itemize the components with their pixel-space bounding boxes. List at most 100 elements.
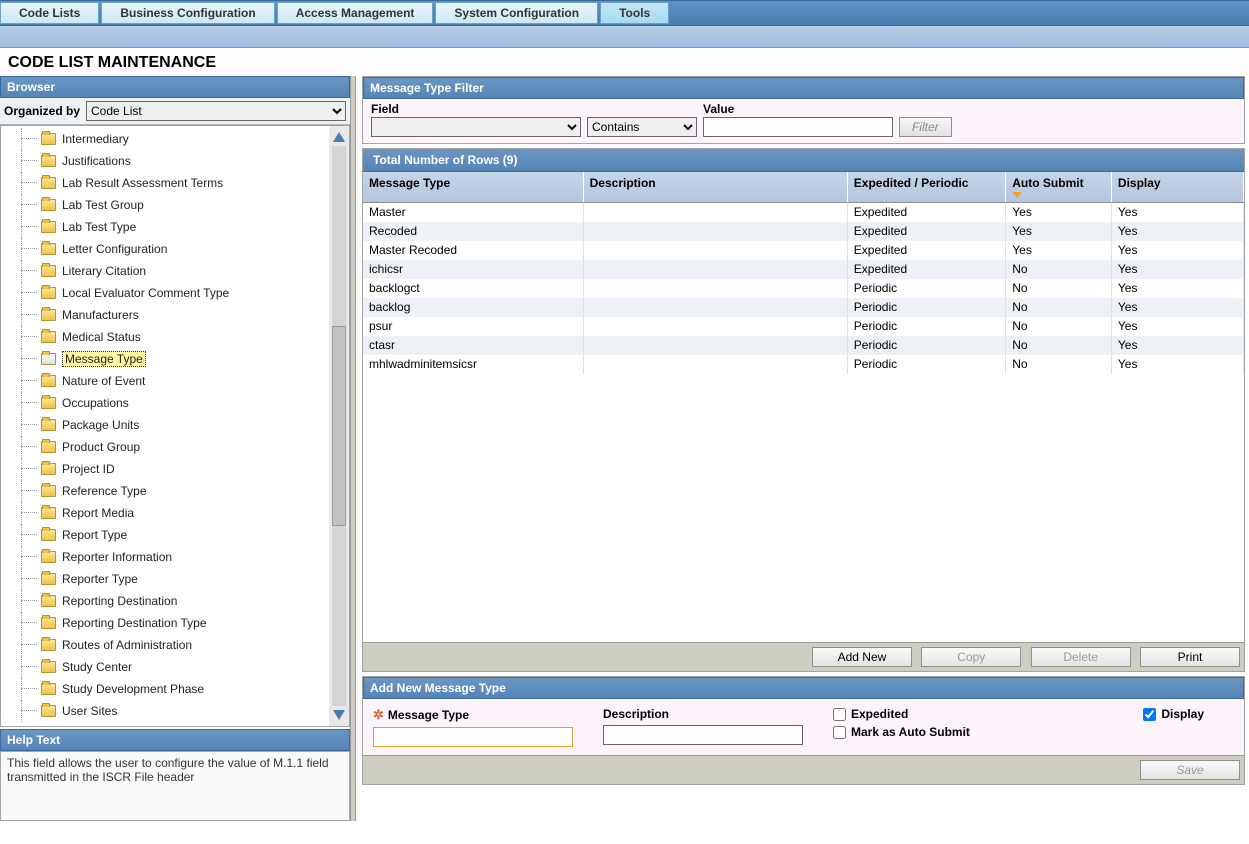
- table-cell: mhlwadminitemsicsr: [363, 355, 583, 374]
- col-expedited[interactable]: Expedited / Periodic: [847, 172, 1005, 203]
- filter-value-label: Value: [703, 102, 893, 116]
- tree-item[interactable]: Routes of Administration: [9, 634, 349, 656]
- table-row[interactable]: ctasrPeriodicNoYes: [363, 336, 1244, 355]
- tree-item[interactable]: Reporting Destination Type: [9, 612, 349, 634]
- tree-item[interactable]: Manufacturers: [9, 304, 349, 326]
- expedited-checkbox[interactable]: [833, 708, 846, 721]
- folder-icon: [41, 573, 56, 585]
- tree-item[interactable]: Reporter Type: [9, 568, 349, 590]
- folder-icon: [41, 243, 56, 255]
- table-row[interactable]: RecodedExpeditedYesYes: [363, 222, 1244, 241]
- nav-business-config[interactable]: Business Configuration: [101, 2, 274, 24]
- table-cell: Yes: [1111, 203, 1243, 222]
- message-type-input[interactable]: [373, 727, 573, 747]
- nav-tools[interactable]: Tools: [600, 2, 669, 24]
- table-row[interactable]: psurPeriodicNoYes: [363, 317, 1244, 336]
- filter-operator-select[interactable]: Contains: [587, 117, 697, 137]
- col-description[interactable]: Description: [583, 172, 847, 203]
- nav-code-lists[interactable]: Code Lists: [0, 2, 99, 24]
- table-cell: Expedited: [847, 203, 1005, 222]
- scroll-down-icon[interactable]: [333, 710, 345, 720]
- print-button[interactable]: Print: [1140, 647, 1240, 667]
- tree-item[interactable]: Justifications: [9, 150, 349, 172]
- col-display[interactable]: Display: [1111, 172, 1243, 203]
- tree-item-label: Reporting Destination: [62, 594, 177, 608]
- scroll-up-icon[interactable]: [333, 132, 345, 142]
- tree-item[interactable]: Medical Status: [9, 326, 349, 348]
- tree-item[interactable]: Product Group: [9, 436, 349, 458]
- tree-item[interactable]: Literary Citation: [9, 260, 349, 282]
- filter-field-label: Field: [371, 102, 581, 116]
- nav-system-config[interactable]: System Configuration: [435, 2, 598, 24]
- top-nav: Code Lists Business Configuration Access…: [0, 0, 1249, 26]
- tree-item[interactable]: Report Media: [9, 502, 349, 524]
- tree-item[interactable]: User Sites: [9, 700, 349, 722]
- table-cell: Yes: [1006, 222, 1112, 241]
- organized-by-select[interactable]: Code List: [86, 101, 346, 121]
- nav-access-mgmt[interactable]: Access Management: [277, 2, 434, 24]
- tree-item[interactable]: Study Center: [9, 656, 349, 678]
- copy-button[interactable]: Copy: [921, 647, 1021, 667]
- delete-button[interactable]: Delete: [1031, 647, 1131, 667]
- tree-item[interactable]: Reporter Information: [9, 546, 349, 568]
- auto-submit-checkbox[interactable]: [833, 726, 846, 739]
- table-cell: No: [1006, 298, 1112, 317]
- folder-icon: [41, 507, 56, 519]
- table-cell: Yes: [1111, 355, 1243, 374]
- folder-icon: [41, 221, 56, 233]
- tree-item-label: Report Media: [62, 506, 134, 520]
- tree-item[interactable]: Reporting Destination: [9, 590, 349, 612]
- tree-item[interactable]: Package Units: [9, 414, 349, 436]
- tree-item[interactable]: Lab Test Type: [9, 216, 349, 238]
- description-label: Description: [603, 707, 803, 721]
- tree-item[interactable]: Lab Result Assessment Terms: [9, 172, 349, 194]
- tree-item[interactable]: Local Evaluator Comment Type: [9, 282, 349, 304]
- tree-item-label: Justifications: [62, 154, 131, 168]
- tree-item-label: Letter Configuration: [62, 242, 167, 256]
- filter-header: Message Type Filter: [363, 77, 1244, 99]
- tree-item[interactable]: Lab Test Group: [9, 194, 349, 216]
- display-checkbox[interactable]: [1143, 708, 1156, 721]
- tree-item[interactable]: Project ID: [9, 458, 349, 480]
- folder-icon: [41, 199, 56, 211]
- filter-button[interactable]: Filter: [899, 117, 952, 137]
- tree-item[interactable]: Nature of Event: [9, 370, 349, 392]
- folder-icon: [41, 551, 56, 563]
- tree-item-label: Local Evaluator Comment Type: [62, 286, 229, 300]
- table-row[interactable]: backlogctPeriodicNoYes: [363, 279, 1244, 298]
- add-new-button[interactable]: Add New: [812, 647, 912, 667]
- tree-item[interactable]: Report Type: [9, 524, 349, 546]
- table-cell: Expedited: [847, 241, 1005, 260]
- table-cell: ichicsr: [363, 260, 583, 279]
- description-input[interactable]: [603, 725, 803, 745]
- tree-scrollbar[interactable]: [329, 126, 349, 726]
- tree-item[interactable]: Occupations: [9, 392, 349, 414]
- tree-item[interactable]: Reference Type: [9, 480, 349, 502]
- table-row[interactable]: mhlwadminitemsicsrPeriodicNoYes: [363, 355, 1244, 374]
- tree-item-label: Intermediary: [62, 132, 129, 146]
- table-cell: Yes: [1111, 336, 1243, 355]
- tree-item[interactable]: Intermediary: [9, 128, 349, 150]
- tree-item[interactable]: Message Type: [9, 348, 349, 370]
- table-row[interactable]: backlogPeriodicNoYes: [363, 298, 1244, 317]
- save-button[interactable]: Save: [1140, 760, 1240, 780]
- filter-value-input[interactable]: [703, 117, 893, 137]
- filter-field-select[interactable]: [371, 117, 581, 137]
- tree-item-label: Reference Type: [62, 484, 147, 498]
- page-title: CODE LIST MAINTENANCE: [0, 48, 1249, 76]
- table-cell: Yes: [1006, 241, 1112, 260]
- table-cell: Master Recoded: [363, 241, 583, 260]
- table-cell: Yes: [1111, 317, 1243, 336]
- table-row[interactable]: Master RecodedExpeditedYesYes: [363, 241, 1244, 260]
- tree-item[interactable]: Letter Configuration: [9, 238, 349, 260]
- scroll-thumb[interactable]: [332, 326, 346, 526]
- table-row[interactable]: ichicsrExpeditedNoYes: [363, 260, 1244, 279]
- tree-item[interactable]: Study Development Phase: [9, 678, 349, 700]
- col-auto-submit[interactable]: Auto Submit: [1006, 172, 1112, 203]
- table-row[interactable]: MasterExpeditedYesYes: [363, 203, 1244, 222]
- folder-icon: [41, 265, 56, 277]
- table-cell: [583, 355, 847, 374]
- organized-by-label: Organized by: [4, 104, 80, 118]
- col-message-type[interactable]: Message Type: [363, 172, 583, 203]
- table-cell: psur: [363, 317, 583, 336]
